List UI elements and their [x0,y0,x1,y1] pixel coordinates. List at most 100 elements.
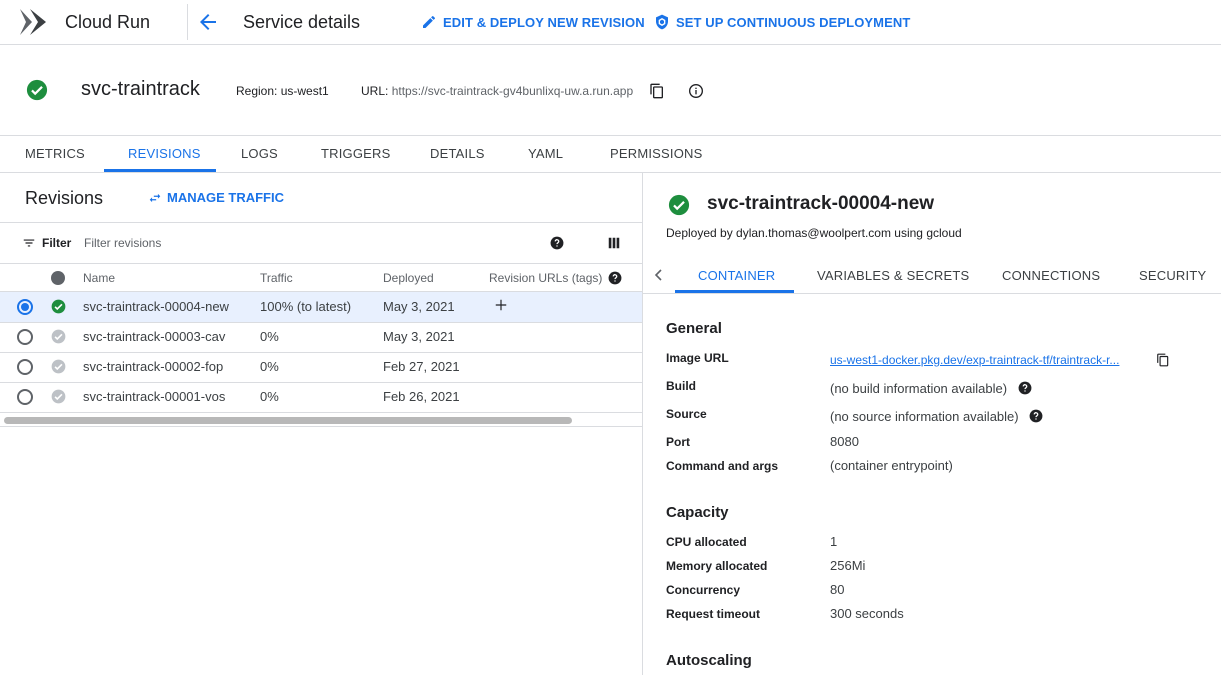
port-value: 8080 [830,434,859,449]
concurrency-label: Concurrency [666,583,741,597]
source-label: Source [666,407,707,421]
command-value: (container entrypoint) [830,458,953,473]
add-tag-plus-icon[interactable] [494,298,508,312]
tab-security[interactable]: SECURITY [1139,268,1206,283]
tab-details[interactable]: DETAILS [430,146,485,161]
timeout-label: Request timeout [666,607,761,621]
info-icon[interactable] [688,83,704,99]
url-label: URL: [361,84,389,98]
tab-yaml[interactable]: YAML [528,146,563,161]
port-label: Port [666,435,690,449]
app-title: Cloud Run [65,12,151,32]
copy-image-url-icon[interactable] [1156,353,1170,367]
edit-deploy-label: EDIT & DEPLOY NEW REVISION [443,14,645,30]
header-divider [0,135,1221,136]
page-title: Service details [243,12,361,32]
revision-deployed: May 3, 2021 [383,329,455,344]
col-revision-urls[interactable]: Revision URLs (tags) [489,271,602,285]
revision-deployed: Feb 26, 2021 [383,389,460,404]
build-label: Build [666,379,696,393]
revision-deployed: May 3, 2021 [383,299,455,314]
edit-deploy-button[interactable]: EDIT & DEPLOY NEW REVISION [421,14,645,30]
setup-cd-label: SET UP CONTINUOUS DEPLOYMENT [676,14,911,30]
swap-arrows-icon [148,191,162,205]
filter-divider [0,263,642,264]
row-radio[interactable] [17,359,33,375]
col-deployed[interactable]: Deployed [383,271,434,285]
revision-traffic: 0% [260,329,279,344]
help-icon[interactable] [608,271,622,285]
revision-traffic: 0% [260,389,279,404]
column-display-icon[interactable] [607,236,621,250]
timeout-value: 300 seconds [830,606,904,621]
image-url-link[interactable]: us-west1-docker.pkg.dev/exp-traintrack-t… [830,353,1150,367]
manage-traffic-label: MANAGE TRAFFIC [167,190,284,205]
filter-label: Filter [42,236,72,250]
tab-permissions[interactable]: PERMISSIONS [610,146,703,161]
row-radio[interactable] [17,389,33,405]
revision-traffic: 0% [260,359,279,374]
pencil-icon [421,14,437,30]
row-divider [0,412,642,413]
source-value: (no source information available) [830,409,1019,424]
revision-traffic: 100% (to latest) [260,299,352,314]
tab-revisions[interactable]: REVISIONS [128,146,201,161]
revision-name[interactable]: svc-traintrack-00004-new [83,299,229,314]
url-value[interactable]: https://svc-traintrack-gv4bunlixq-uw.a.r… [392,84,633,98]
filter-revisions-input[interactable] [84,233,524,253]
help-icon[interactable] [1018,381,1032,395]
cloud-run-logo-icon [18,7,48,37]
table-row[interactable]: svc-traintrack-00001-vos 0% Feb 26, 2021 [0,383,642,413]
section-capacity: Capacity [666,504,729,521]
col-traffic[interactable]: Traffic [260,271,293,285]
back-arrow-icon[interactable] [196,10,220,34]
filter-icon[interactable] [22,236,36,250]
section-general: General [666,320,722,337]
service-region: Region: us-west1 [236,84,329,98]
help-icon[interactable] [550,236,564,250]
deployed-by: Deployed by dylan.thomas@woolpert.com us… [666,226,962,240]
revision-name[interactable]: svc-traintrack-00001-vos [83,389,225,404]
tab-triggers[interactable]: TRIGGERS [321,146,391,161]
horizontal-scrollbar[interactable] [4,417,572,424]
revision-detail-title: svc-traintrack-00004-new [707,193,935,214]
service-status-check-icon [26,79,48,101]
revisions-header-divider [0,222,642,223]
tab-metrics[interactable]: METRICS [25,146,85,161]
scrollbar-divider [0,426,642,427]
revision-name[interactable]: svc-traintrack-00003-cav [83,329,225,344]
row-radio[interactable] [17,299,33,315]
cpu-label: CPU allocated [666,535,747,549]
concurrency-value: 80 [830,582,845,597]
help-icon[interactable] [1029,409,1043,423]
tabs-divider [0,172,1221,173]
cpu-value: 1 [830,534,838,549]
table-row[interactable]: svc-traintrack-00002-fop 0% Feb 27, 2021 [0,353,642,383]
table-row[interactable]: svc-traintrack-00004-new 100% (to latest… [0,292,642,322]
detail-tabs-divider [643,293,1221,294]
tab-variables-secrets[interactable]: VARIABLES & SECRETS [817,268,969,283]
panel-divider [642,173,643,675]
col-name[interactable]: Name [83,271,115,285]
tab-connections[interactable]: CONNECTIONS [1002,268,1100,283]
command-label: Command and args [666,459,779,473]
chevron-left-icon[interactable] [653,268,665,282]
revision-status-check-icon [668,194,690,216]
status-column-icon [51,271,65,285]
revision-name[interactable]: svc-traintrack-00002-fop [83,359,223,374]
divider [187,4,188,40]
top-bar: Cloud Run Service details EDIT & DEPLOY … [0,0,1221,44]
tab-logs[interactable]: LOGS [241,146,278,161]
setup-continuous-deployment-button[interactable]: SET UP CONTINUOUS DEPLOYMENT [654,14,910,30]
copy-url-icon[interactable] [649,83,665,99]
inactive-check-icon [51,389,66,404]
service-url: URL: https://svc-traintrack-gv4bunlixq-u… [361,84,633,98]
memory-value: 256Mi [830,558,866,573]
tab-container[interactable]: CONTAINER [698,268,775,283]
manage-traffic-button[interactable]: MANAGE TRAFFIC [148,190,284,205]
row-radio[interactable] [17,329,33,345]
table-row[interactable]: svc-traintrack-00003-cav 0% May 3, 2021 [0,323,642,353]
memory-label: Memory allocated [666,559,768,573]
revision-deployed: Feb 27, 2021 [383,359,460,374]
inactive-check-icon [51,359,66,374]
